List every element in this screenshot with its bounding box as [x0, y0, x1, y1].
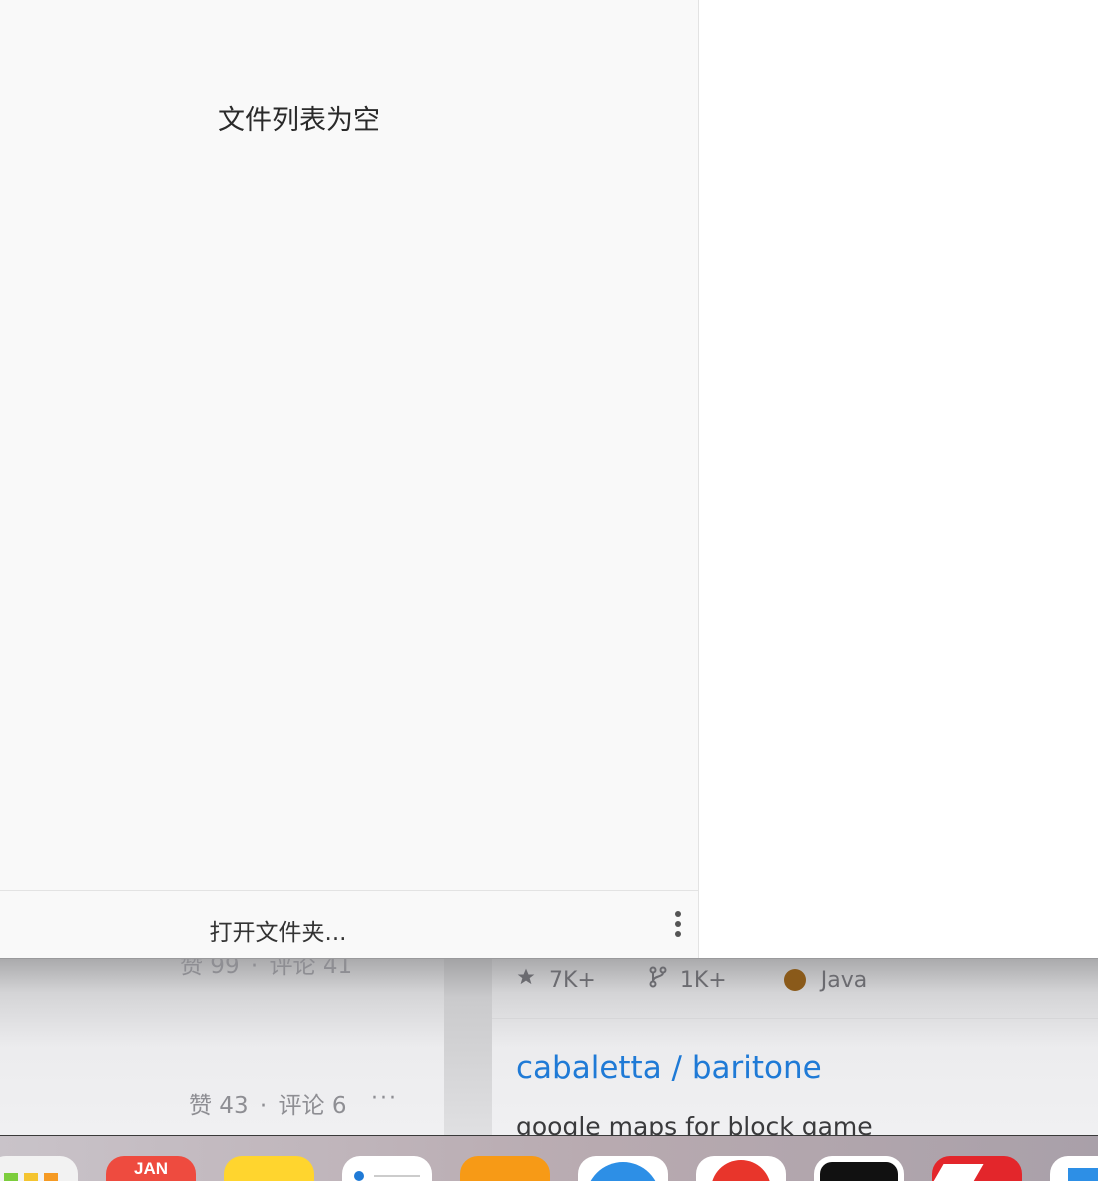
- feed-column: 赞 99 · 评论 41 ··· 赞 43 · 评论 6 ···: [0, 958, 444, 1135]
- reminders-icon[interactable]: [342, 1156, 432, 1181]
- detail-pane: [699, 0, 1098, 958]
- stars-count: 7K+: [549, 967, 596, 993]
- likes-count: 赞 43: [189, 1093, 249, 1119]
- repo-stats: 7K+ 1K+ Java: [516, 966, 867, 994]
- dock: JAN: [0, 1135, 1098, 1181]
- launchpad-icon[interactable]: [0, 1156, 78, 1181]
- repo-description: google maps for block game: [516, 1112, 873, 1135]
- books-icon[interactable]: [460, 1156, 550, 1181]
- repo-column: 7K+ 1K+ Java cabaletta / baritone google…: [492, 958, 1098, 1135]
- comments-count: 评论 41: [269, 958, 353, 979]
- safari-icon[interactable]: [578, 1156, 668, 1181]
- notes-icon[interactable]: [224, 1156, 314, 1181]
- dark-app-icon[interactable]: [814, 1156, 904, 1181]
- file-panel-footer: 打开文件夹...: [0, 890, 698, 959]
- more-vertical-icon[interactable]: [670, 911, 686, 939]
- card-divider: [492, 1018, 1098, 1019]
- blue-app-icon[interactable]: [1050, 1156, 1098, 1181]
- calendar-icon[interactable]: JAN: [106, 1156, 196, 1181]
- file-browser-window: 文件列表为空 打开文件夹...: [0, 0, 1098, 959]
- calendar-month-label: JAN: [133, 1159, 168, 1178]
- language-color-dot: [783, 969, 806, 991]
- red-app-icon[interactable]: [696, 1156, 786, 1181]
- file-list-panel: 文件列表为空 打开文件夹...: [0, 0, 699, 958]
- meta-separator: ·: [250, 958, 259, 979]
- forks-count: 1K+: [679, 967, 727, 993]
- feed-item-meta: 赞 99 · 评论 41: [180, 958, 352, 980]
- star-icon: [516, 967, 536, 993]
- language-label: Java: [820, 967, 868, 993]
- feed-item-more-button[interactable]: ···: [371, 1086, 398, 1111]
- repo-title-link[interactable]: cabaletta / baritone: [516, 1050, 822, 1086]
- open-folder-button[interactable]: 打开文件夹...: [0, 913, 556, 947]
- pdf-app-icon[interactable]: [920, 1156, 1022, 1181]
- background-app: 赞 99 · 评论 41 ··· 赞 43 · 评论 6 ··· 7K+ 1K+…: [0, 958, 1098, 1135]
- fork-icon: [649, 966, 667, 994]
- column-gutter: [444, 958, 492, 1135]
- feed-item-meta: 赞 43 · 评论 6: [189, 1086, 346, 1120]
- comments-count: 评论 6: [278, 1093, 347, 1119]
- likes-count: 赞 99: [180, 958, 240, 979]
- feed-item-more-button[interactable]: ···: [371, 958, 398, 971]
- meta-separator: ·: [259, 1093, 268, 1119]
- empty-file-list-message: 文件列表为空: [218, 105, 380, 136]
